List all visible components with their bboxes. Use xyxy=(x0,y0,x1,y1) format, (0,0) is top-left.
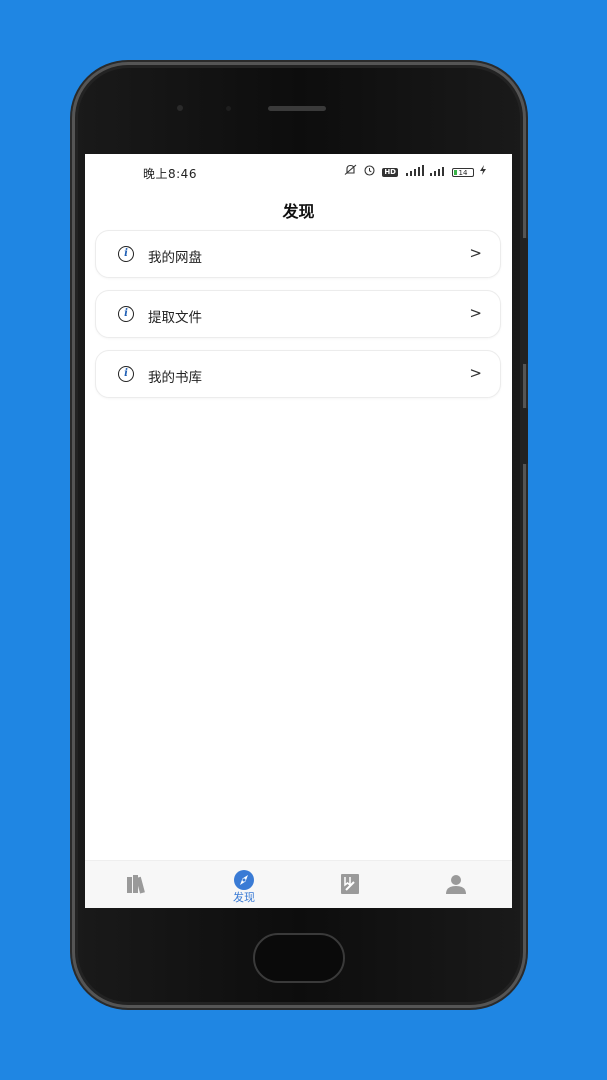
info-icon: i xyxy=(118,366,134,382)
power-button xyxy=(522,408,528,464)
discover-menu: i 我的网盘 > i 提取文件 > i 我的书库 > xyxy=(95,230,501,410)
bookmark-icon xyxy=(341,874,359,894)
charging-icon xyxy=(480,165,486,179)
battery-icon: 14 xyxy=(452,167,474,177)
menu-item-label: 提取文件 xyxy=(148,310,202,326)
tab-discover[interactable]: 发现 xyxy=(191,861,297,908)
home-button[interactable] xyxy=(253,933,345,983)
volume-button xyxy=(522,238,528,364)
status-bar: 晚上8:46 HD 14 xyxy=(85,154,512,190)
status-icons: HD 14 xyxy=(344,164,486,180)
menu-item-my-netdisk[interactable]: i 我的网盘 > xyxy=(95,230,501,278)
signal-icon xyxy=(430,165,446,180)
tab-bookmarks[interactable] xyxy=(297,861,403,908)
app-screen: 晚上8:46 HD 14 发现 i 我的网盘 > i 提取文件 > i 我的书库… xyxy=(85,154,512,908)
info-icon: i xyxy=(118,246,134,262)
status-time: 晚上8:46 xyxy=(143,167,197,181)
info-icon: i xyxy=(118,306,134,322)
tab-profile[interactable] xyxy=(403,861,509,908)
front-camera xyxy=(177,105,183,111)
bookshelf-icon xyxy=(127,875,145,894)
earpiece-speaker xyxy=(268,106,326,111)
menu-item-my-library[interactable]: i 我的书库 > xyxy=(95,350,501,398)
hd-icon: HD xyxy=(382,167,398,177)
tab-label: 发现 xyxy=(233,891,255,904)
menu-item-label: 我的书库 xyxy=(148,370,202,386)
proximity-sensor xyxy=(226,106,231,111)
tab-bookshelf[interactable] xyxy=(85,861,191,908)
chevron-right-icon: > xyxy=(469,304,482,322)
menu-item-label: 我的网盘 xyxy=(148,250,202,266)
menu-item-extract-file[interactable]: i 提取文件 > xyxy=(95,290,501,338)
chevron-right-icon: > xyxy=(469,364,482,382)
alarm-icon xyxy=(363,164,376,180)
user-icon xyxy=(446,875,466,894)
mute-bell-icon xyxy=(344,164,357,180)
compass-icon xyxy=(234,870,254,890)
page-title: 发现 xyxy=(282,202,315,221)
chevron-right-icon: > xyxy=(469,244,482,262)
signal-5g-icon xyxy=(404,164,424,180)
bottom-tab-bar: 发现 xyxy=(85,860,512,908)
